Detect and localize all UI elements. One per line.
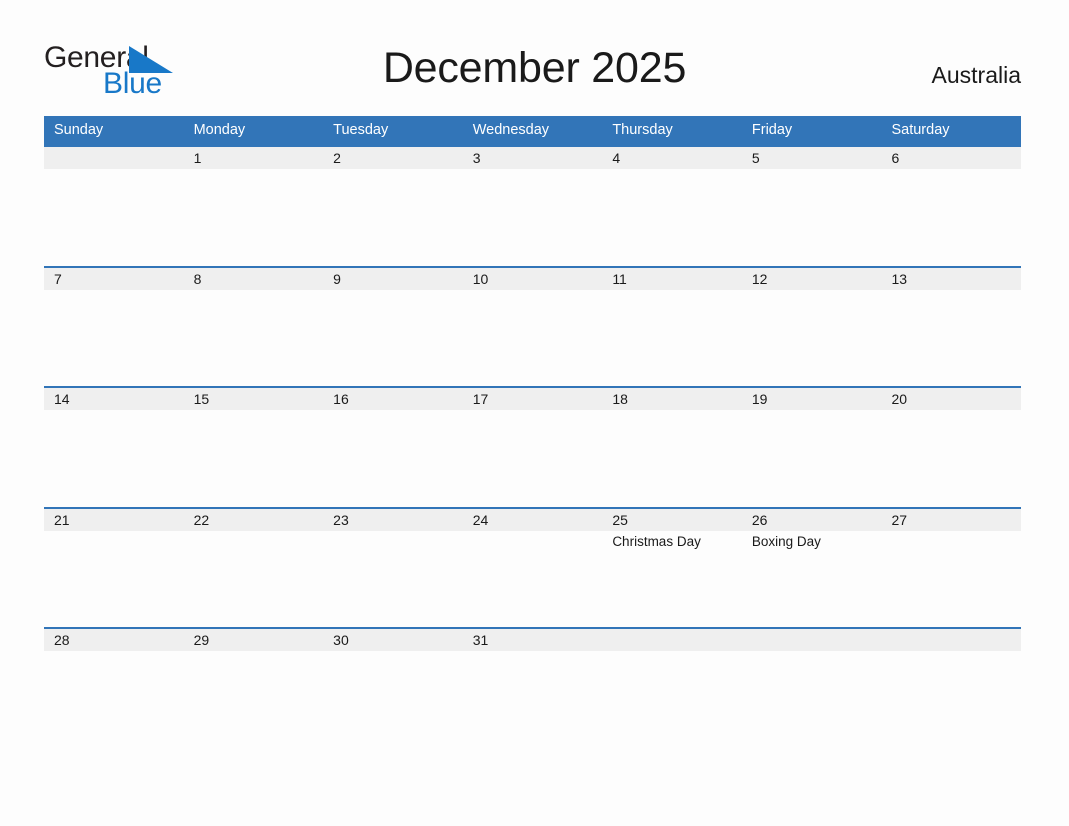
weekday-header-sunday: Sunday [54,122,104,138]
day-cell-empty [602,629,742,747]
page-title: December 2025 [382,44,687,92]
calendar-week-row: 14 15 16 17 18 19 20 [44,386,1021,507]
day-number: 10 [472,270,489,287]
day-cell-empty [742,629,882,747]
country-label: Australia [931,62,1021,88]
day-number: 12 [751,270,768,287]
day-cell[interactable]: 3 [463,147,603,265]
day-cell[interactable]: 16 [323,388,463,506]
day-number: 22 [193,511,210,528]
week-day-cells: 1 2 3 4 5 6 [44,147,1021,265]
day-cell[interactable]: 18 [602,388,742,506]
week-day-cells: 7 8 9 10 11 12 13 [44,268,1021,386]
day-cell[interactable]: 23 [323,509,463,627]
day-cell[interactable]: 8 [184,268,324,386]
day-cell[interactable]: 19 [742,388,882,506]
day-cell[interactable]: 14 [44,388,184,506]
day-number: 26 [751,511,768,528]
day-cell[interactable]: 1 [184,147,324,265]
day-number: 6 [891,150,900,166]
day-cell[interactable]: 31 [463,629,603,747]
week-day-cells: 28 29 30 31 [44,629,1021,747]
day-cell[interactable]: 10 [463,268,603,386]
day-cell[interactable]: 7 [44,268,184,386]
day-event-label: Boxing Day [751,533,821,549]
day-cell[interactable]: 28 [44,629,184,747]
day-cell[interactable]: 30 [323,629,463,747]
day-number: 16 [333,391,349,407]
day-cell[interactable]: 9 [323,268,463,386]
day-cell[interactable]: 5 [742,147,882,265]
day-cell[interactable]: 29 [184,629,324,747]
day-number: 19 [751,391,768,407]
day-cell[interactable]: 4 [602,147,742,265]
day-cell[interactable]: 27 [881,509,1021,627]
day-cell[interactable]: 25 Christmas Day [602,509,742,627]
day-number: 11 [612,270,627,287]
day-number: 5 [751,150,760,166]
day-number: 30 [333,632,349,648]
day-number: 27 [891,511,908,528]
calendar-week-row: 21 22 23 24 25 Christmas Day 26 Boxing Day 27 [44,506,1021,628]
weekday-header-thursday: Thursday [612,122,673,138]
day-cell[interactable]: 6 [881,147,1021,265]
day-number: 21 [54,511,70,528]
weekday-header-monday: Monday [193,122,246,138]
calendar-weeks: 1 2 3 4 5 6 7 8 9 10 11 12 13 14 15 16 17 18 19 20 21 22 23 24 2… [44,145,1021,748]
day-number: 17 [472,391,489,407]
weekday-header-row: Sunday Monday Tuesday Wednesday Thursday… [44,116,1021,145]
day-number: 4 [612,150,621,166]
calendar-week-row: 7 8 9 10 11 12 13 [44,265,1021,387]
day-cell[interactable]: 21 [44,509,184,627]
day-number: 29 [193,632,210,648]
day-number: 1 [193,150,202,166]
day-cell[interactable]: 20 [881,388,1021,506]
day-cell[interactable]: 26 Boxing Day [742,509,882,627]
day-cell[interactable]: 11 [602,268,742,386]
weekday-header-wednesday: Wednesday [472,122,550,138]
day-number: 24 [472,511,489,528]
day-number: 20 [891,391,908,407]
day-number: 2 [333,150,341,166]
day-number: 7 [54,270,62,287]
week-day-cells: 14 15 16 17 18 19 20 [44,388,1021,506]
day-cell[interactable]: 24 [463,509,603,627]
day-cell[interactable]: 15 [184,388,324,506]
day-cell-empty [881,629,1021,747]
day-cell[interactable]: 2 [323,147,463,265]
calendar-week-row: 1 2 3 4 5 6 [44,145,1021,266]
day-number: 13 [891,270,908,287]
weekday-header-friday: Friday [751,122,793,138]
day-number: 14 [54,391,70,407]
day-number: 3 [472,150,481,166]
page-header: General Blue December 2025 Australia [0,0,1069,108]
day-event-label: Christmas Day [612,533,701,549]
day-number: 8 [193,270,202,287]
day-cell[interactable]: 12 [742,268,882,386]
week-day-cells: 21 22 23 24 25 Christmas Day 26 Boxing Day 27 [44,509,1021,627]
weekday-header-saturday: Saturday [891,122,950,138]
day-number: 31 [472,632,489,648]
day-cell[interactable]: 13 [881,268,1021,386]
calendar-week-row: 28 29 30 31 [44,627,1021,748]
day-number: 18 [612,391,628,407]
day-cell-empty [44,147,184,265]
day-number: 28 [54,632,70,648]
weekday-header-tuesday: Tuesday [333,122,389,138]
day-number: 9 [333,270,341,287]
calendar-grid: Sunday Monday Tuesday Wednesday Thursday… [44,116,1021,748]
day-number: 15 [193,391,210,407]
day-cell[interactable]: 22 [184,509,324,627]
day-number: 25 [612,511,628,528]
day-cell[interactable]: 17 [463,388,603,506]
day-number: 23 [333,511,349,528]
